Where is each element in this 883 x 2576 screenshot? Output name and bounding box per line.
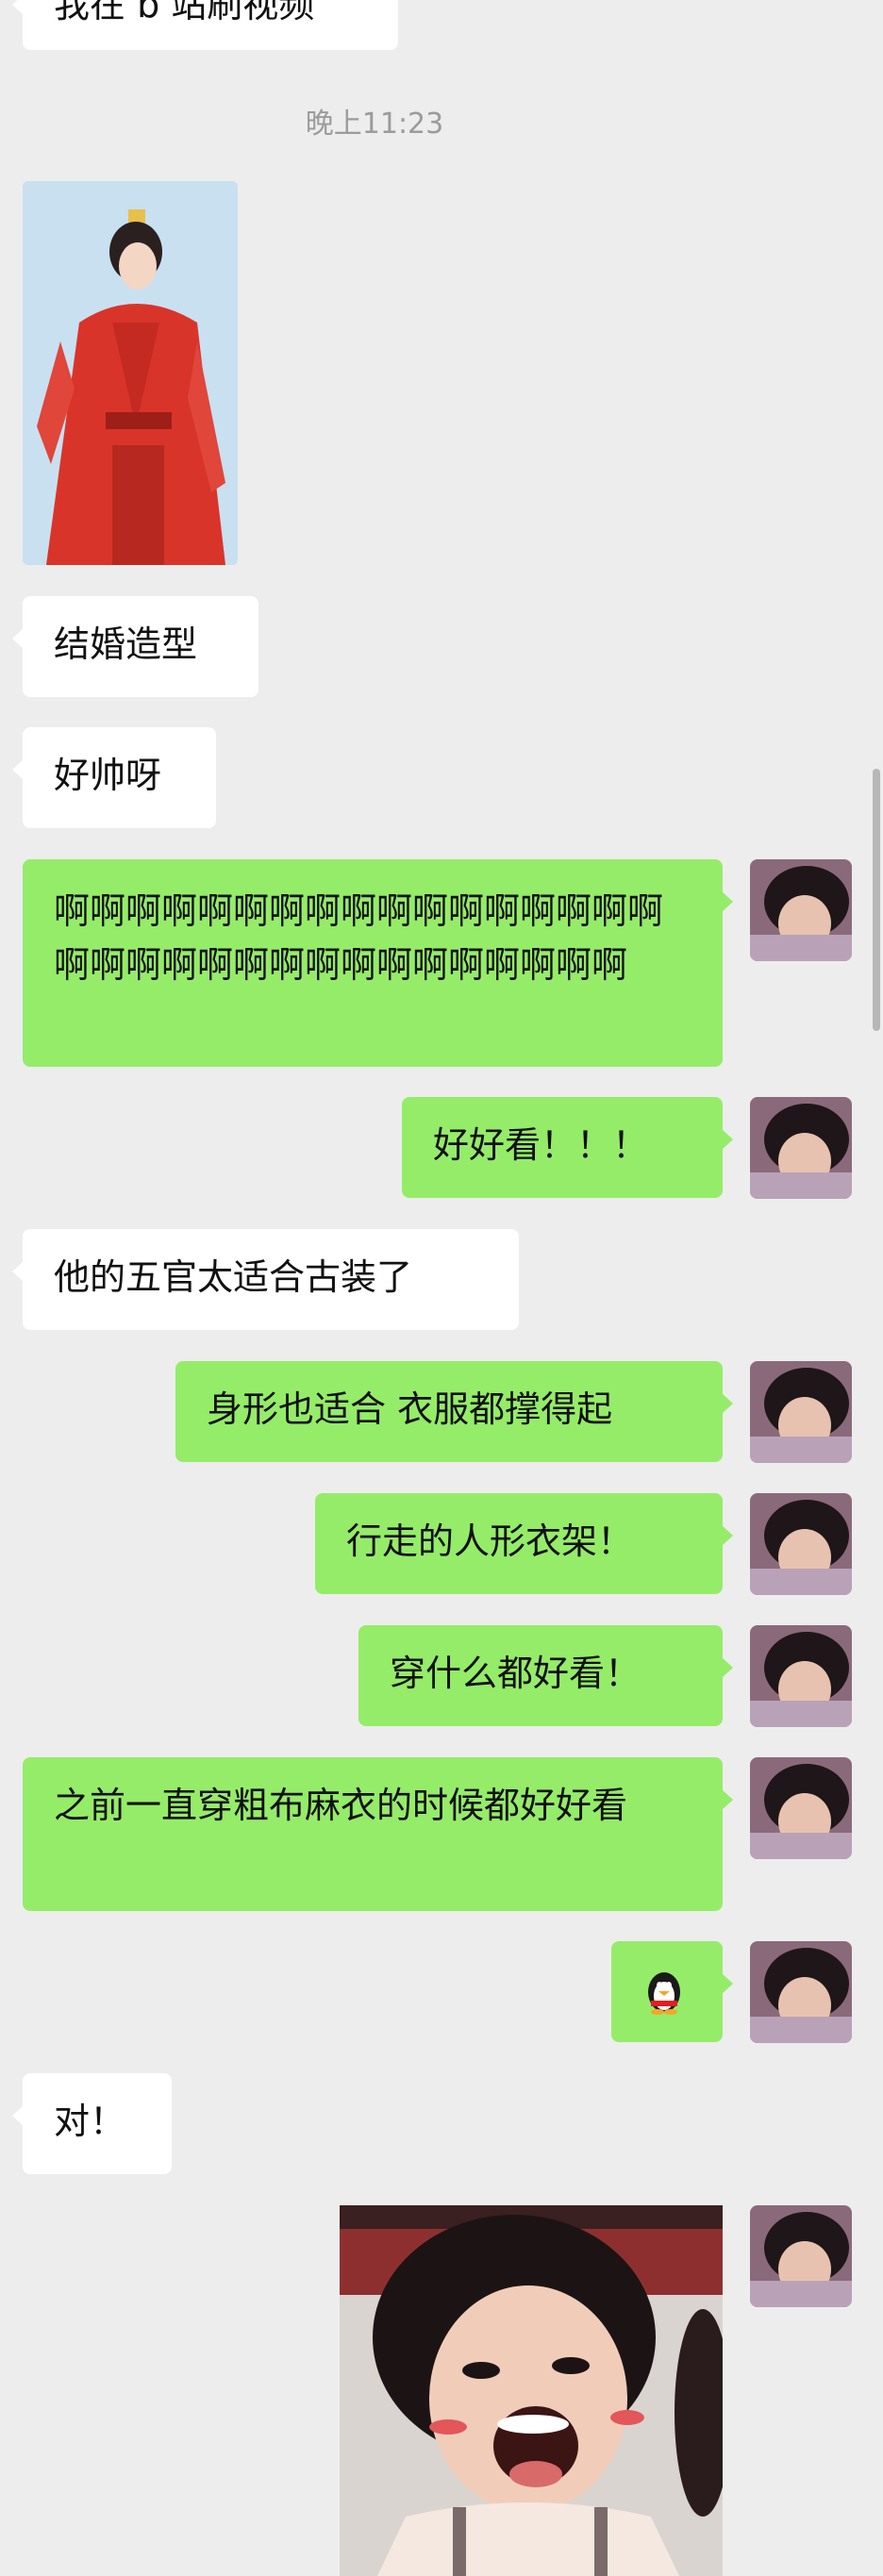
message-bubble-incoming[interactable]: 对！ xyxy=(12,2073,172,2174)
avatar[interactable] xyxy=(750,1941,852,2043)
costume-photo-illustration xyxy=(23,181,238,565)
message-bubble-outgoing[interactable]: 身形也适合 衣服都撑得起 xyxy=(175,1361,733,1462)
avatar[interactable] xyxy=(750,1097,852,1199)
message-text: 对！ xyxy=(54,2101,126,2142)
message-text: 结婚造型 xyxy=(54,623,198,665)
message-bubble-outgoing[interactable]: 好好看！！！ xyxy=(402,1097,733,1198)
message-bubble-incoming[interactable]: 结婚造型 xyxy=(12,596,258,697)
avatar-illustration xyxy=(750,1361,852,1463)
message-image-incoming[interactable] xyxy=(23,181,238,565)
message-text: 身形也适合 衣服都撑得起 xyxy=(207,1388,613,1430)
penguin-emoji-icon xyxy=(648,1972,680,2015)
avatar[interactable] xyxy=(750,1361,852,1463)
message-bubble-outgoing[interactable]: 啊啊啊啊啊啊啊啊啊啊啊啊啊啊啊啊啊啊啊啊啊啊啊啊啊啊啊啊啊啊啊啊啊 xyxy=(23,859,733,1067)
avatar[interactable] xyxy=(750,2205,852,2307)
message-text: 之前一直穿粗布麻衣的时候都好好看 xyxy=(54,1785,628,1826)
message-timestamp: 晚上11:23 xyxy=(305,108,444,141)
avatar-illustration xyxy=(750,1625,852,1727)
message-bubble-incoming[interactable]: 我在 b 站刷视频 xyxy=(12,0,398,50)
avatar[interactable] xyxy=(750,1625,852,1727)
message-bubble-outgoing[interactable] xyxy=(611,1941,733,2042)
message-bubble-outgoing[interactable]: 之前一直穿粗布麻衣的时候都好好看 xyxy=(23,1757,733,1911)
avatar-illustration xyxy=(750,2205,852,2307)
avatar-illustration xyxy=(750,1757,852,1859)
message-bubble-incoming[interactable]: 他的五官太适合古装了 xyxy=(12,1229,519,1330)
avatar[interactable] xyxy=(750,859,852,961)
message-text: 好帅呀 xyxy=(54,755,162,796)
message-bubble-incoming[interactable]: 好帅呀 xyxy=(12,727,216,828)
message-text: 行走的人形衣架！ xyxy=(346,1521,634,1562)
avatar-illustration xyxy=(750,1493,852,1595)
message-text: 啊啊啊啊啊啊啊啊啊啊啊啊啊啊啊啊啊啊啊啊啊啊啊啊啊啊啊啊啊啊啊啊啊 xyxy=(54,890,664,986)
message-text: 穿什么都好看！ xyxy=(390,1653,641,1694)
message-sticker-outgoing[interactable] xyxy=(340,2205,723,2576)
message-bubble-outgoing[interactable]: 行走的人形衣架！ xyxy=(315,1493,733,1594)
avatar[interactable] xyxy=(750,1493,852,1595)
avatar-illustration xyxy=(750,1941,852,2043)
avatar-illustration xyxy=(750,1097,852,1199)
message-text: 我在 b 站刷视频 xyxy=(54,0,315,25)
message-text: 好好看！！！ xyxy=(433,1124,649,1166)
avatar-illustration xyxy=(750,859,852,961)
message-bubble-outgoing[interactable]: 穿什么都好看！ xyxy=(358,1625,733,1726)
laughing-child-sticker-illustration xyxy=(340,2205,723,2576)
scrollbar[interactable] xyxy=(873,769,880,1031)
avatar[interactable] xyxy=(750,1757,852,1859)
message-text: 他的五官太适合古装了 xyxy=(54,1256,413,1298)
